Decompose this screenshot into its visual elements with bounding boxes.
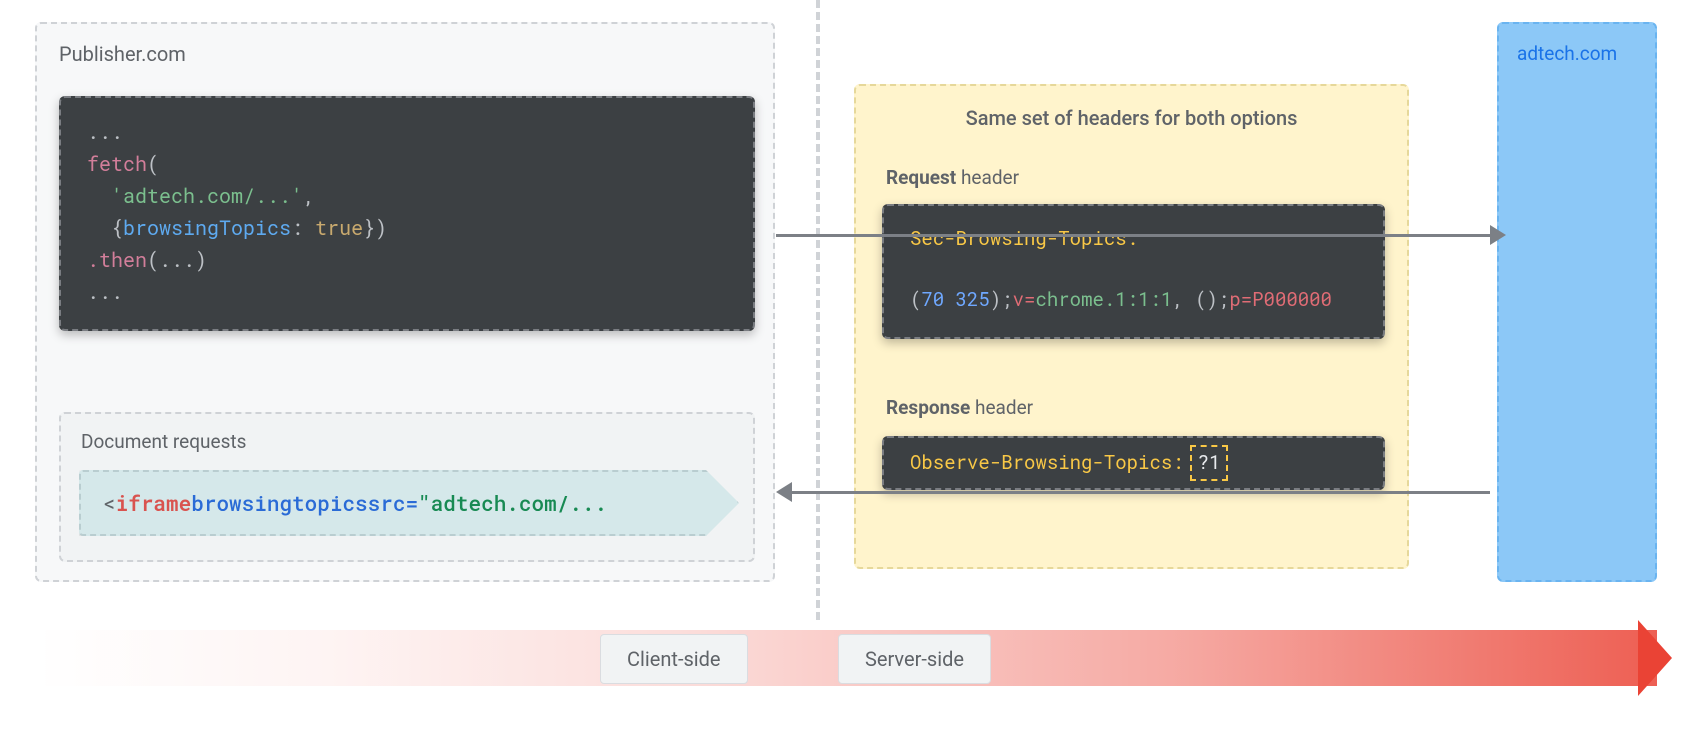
publisher-panel: Publisher.com ... fetch( 'adtech.com/...…: [35, 22, 775, 582]
code-then: .then: [87, 247, 147, 273]
server-side-label: Server-side: [838, 634, 991, 684]
response-arrow-head-icon: [776, 482, 792, 502]
req-p-val: P000000: [1252, 287, 1332, 312]
iframe-snippet: <iframe browsingtopics src="adtech.com/.…: [79, 470, 739, 536]
req-v-key: v=: [1013, 287, 1036, 312]
iframe-tag: iframe: [116, 489, 192, 517]
code-opt-val: true: [315, 215, 363, 241]
request-arrow-head-icon: [1490, 225, 1506, 245]
req-topic-2: 325: [956, 287, 990, 312]
client-side-label: Client-side: [600, 634, 748, 684]
request-header-code: Sec-Browsing-Topics: (70 325);v=chrome.1…: [882, 204, 1385, 339]
code-brace-open: {: [111, 215, 123, 241]
request-label-rest: header: [956, 166, 1019, 189]
code-dots: ...: [87, 119, 123, 145]
res-header-value: ?1: [1190, 445, 1229, 481]
iframe-src-key: src=: [368, 489, 418, 517]
code-colon: :: [291, 215, 315, 241]
code-paren: (: [147, 151, 159, 177]
req-space: [944, 287, 955, 312]
code-brace-close: }): [363, 215, 387, 241]
req-v-val: chrome.1:1:1: [1035, 287, 1172, 312]
req-comma: ,: [1172, 287, 1195, 312]
iframe-lt: <: [103, 489, 116, 517]
code-dots: ...: [87, 279, 123, 305]
adtech-title: adtech.com: [1517, 42, 1617, 65]
req-paren: (: [910, 287, 921, 312]
response-label-strong: Response: [886, 396, 970, 419]
res-header-name: Observe-Browsing-Topics:: [910, 448, 1184, 478]
response-arrow: [790, 491, 1490, 494]
req-close: );: [990, 287, 1013, 312]
code-fn-fetch: fetch: [87, 151, 147, 177]
req-paren2: ();: [1195, 287, 1229, 312]
document-requests-panel: Document requests <iframe browsingtopics…: [59, 412, 755, 562]
gradient-arrow-head-icon: [1638, 620, 1672, 696]
publisher-title: Publisher.com: [59, 42, 186, 66]
code-then-args: (...): [147, 247, 207, 273]
response-label-rest: header: [970, 396, 1033, 419]
req-topic-1: 70: [921, 287, 944, 312]
document-requests-title: Document requests: [81, 430, 246, 453]
fetch-code-block: ... fetch( 'adtech.com/...', {browsingTo…: [59, 96, 755, 331]
code-opt-key: browsingTopics: [123, 215, 291, 241]
request-arrow: [776, 234, 1496, 237]
response-header-code: Observe-Browsing-Topics: ?1: [882, 436, 1385, 490]
headers-panel-title: Same set of headers for both options: [856, 106, 1407, 130]
request-label-strong: Request: [886, 166, 956, 189]
headers-panel: Same set of headers for both options Req…: [854, 84, 1409, 569]
request-header-label: Request header: [886, 166, 1019, 189]
code-comma: ,: [303, 183, 315, 209]
response-header-label: Response header: [886, 396, 1033, 419]
req-p-key: p=: [1229, 287, 1252, 312]
iframe-attr: browsingtopics: [191, 489, 367, 517]
iframe-src-val: "adtech.com/...: [418, 489, 607, 517]
adtech-panel: adtech.com: [1497, 22, 1657, 582]
code-url: 'adtech.com/...': [111, 183, 303, 209]
client-server-divider: [816, 0, 820, 620]
req-header-name: Sec-Browsing-Topics:: [910, 226, 1138, 251]
